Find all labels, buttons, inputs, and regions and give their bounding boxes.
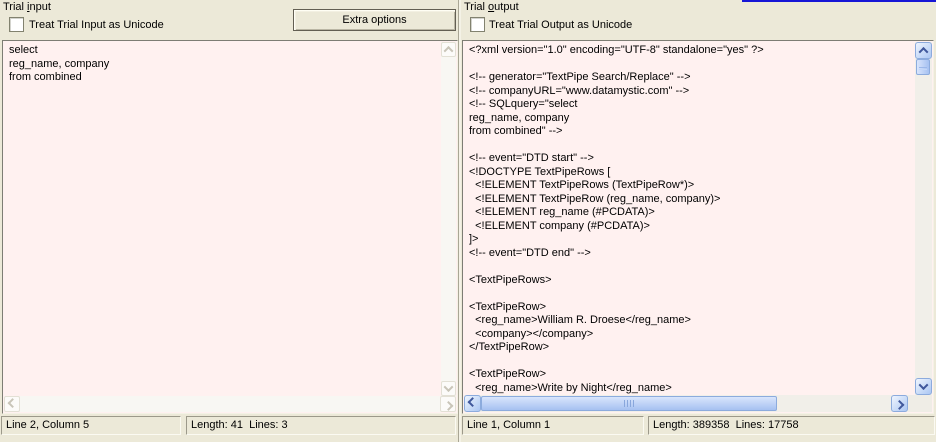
chevron-left-icon	[468, 397, 478, 407]
unicode-output-checkbox-label: Treat Trial Output as Unicode	[489, 19, 632, 31]
scroll-down-button[interactable]	[915, 378, 932, 395]
chevron-right-icon	[443, 400, 453, 410]
trial-output-vertical-scrollbar[interactable]	[915, 42, 932, 395]
trial-input-vertical-scrollbar[interactable]	[441, 42, 456, 396]
pane-divider-highlight	[459, 0, 461, 442]
horizontal-scroll-thumb[interactable]	[481, 396, 777, 411]
output-status-stats: Length: 389358 Lines: 17758	[648, 416, 935, 435]
trial-input-text[interactable]: select reg_name, company from combined	[3, 41, 440, 396]
trial-output-editor[interactable]: <?xml version="1.0" encoding="UTF-8" sta…	[462, 40, 934, 414]
trial-input-title: Trial input	[3, 1, 51, 13]
textpipe-trial-panel: Trial input Treat Trial Input as Unicode…	[0, 0, 936, 442]
thumb-gripper-icon	[919, 67, 927, 68]
scrollbar-corner	[908, 395, 932, 412]
scroll-up-button[interactable]	[441, 42, 456, 57]
scroll-down-button[interactable]	[441, 381, 456, 396]
focus-accent-line	[742, 0, 936, 2]
unicode-input-checkbox-label: Treat Trial Input as Unicode	[29, 19, 164, 31]
output-status-position: Line 1, Column 1	[462, 416, 644, 435]
chevron-right-icon	[895, 400, 905, 410]
trial-input-editor[interactable]: select reg_name, company from combined	[2, 40, 458, 414]
scroll-left-button[interactable]	[464, 395, 481, 412]
scroll-right-button[interactable]	[891, 395, 908, 412]
unicode-output-checkbox[interactable]	[470, 17, 485, 32]
chevron-left-icon	[7, 398, 17, 408]
vertical-scroll-thumb[interactable]	[916, 59, 930, 75]
trial-output-text[interactable]: <?xml version="1.0" encoding="UTF-8" sta…	[463, 41, 916, 396]
chevron-up-icon	[444, 46, 454, 56]
extra-options-button[interactable]: Extra options	[293, 9, 456, 31]
chevron-up-icon	[919, 47, 929, 57]
trial-output-horizontal-scrollbar[interactable]	[464, 395, 908, 412]
unicode-input-checkbox[interactable]	[9, 17, 24, 32]
scroll-right-button[interactable]	[440, 396, 456, 412]
trial-output-title: Trial output	[464, 1, 519, 13]
chevron-down-icon	[444, 382, 454, 392]
input-status-stats: Length: 41 Lines: 3	[186, 416, 456, 435]
input-status-position: Line 2, Column 5	[1, 416, 181, 435]
scroll-left-button[interactable]	[4, 396, 20, 412]
chevron-down-icon	[919, 380, 929, 390]
trial-input-horizontal-scrollbar[interactable]	[4, 396, 456, 412]
scroll-up-button[interactable]	[915, 42, 932, 59]
thumb-gripper-icon	[624, 400, 635, 407]
